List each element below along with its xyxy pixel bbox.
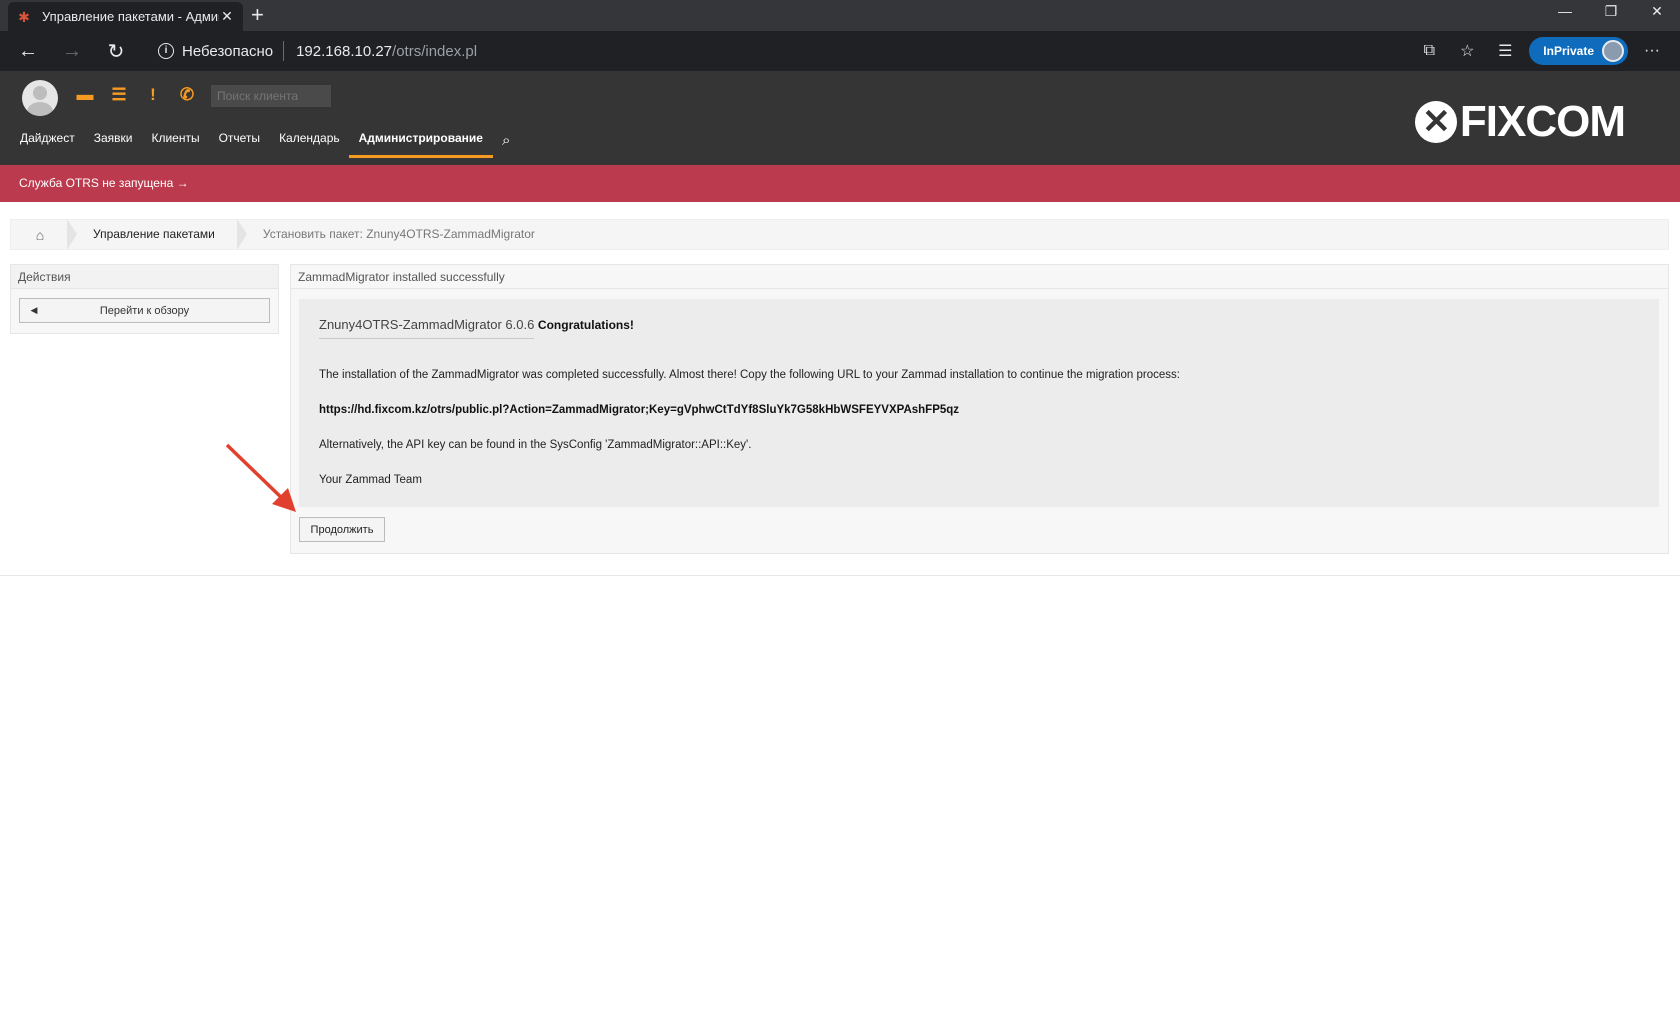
favorite-star-icon[interactable]: ☆ — [1453, 41, 1481, 61]
profile-avatar — [1602, 40, 1624, 62]
back-arrow-icon[interactable]: ← — [6, 40, 50, 63]
tab-title: Управление пакетами - Админ — [42, 9, 219, 24]
otrs-daemon-alert[interactable]: Служба OTRS не запущена → — [0, 165, 1680, 202]
security-label: Небезопасно — [182, 42, 274, 60]
breadcrumb-current: Установить пакет: Znuny4OTRS-ZammadMigra… — [236, 219, 559, 250]
info-icon[interactable]: i — [158, 43, 174, 59]
favorites-list-icon[interactable]: ☰ — [1491, 41, 1519, 61]
caret-left-icon: ◀ — [30, 305, 38, 315]
breadcrumb-package-manager[interactable]: Управление пакетами — [67, 219, 239, 250]
address-bar[interactable]: i Небезопасно 192.168.10.27 /otrs/index.… — [146, 35, 1476, 67]
logo-x-icon: ✕ — [1414, 101, 1457, 143]
restore-button[interactable]: ❐ — [1588, 0, 1634, 24]
congrats-text: Congratulations! — [537, 318, 634, 332]
go-to-overview-label: Перейти к обзору — [99, 304, 190, 317]
url-host: 192.168.10.27 — [296, 42, 393, 60]
migration-url: https://hd.fixcom.kz/otrs/public.pl?Acti… — [319, 404, 960, 416]
inprivate-label: InPrivate — [1543, 44, 1594, 58]
forward-arrow-icon[interactable]: → — [50, 40, 94, 63]
customer-search-input[interactable] — [211, 85, 331, 107]
nav-tickets[interactable]: Заявки — [94, 131, 133, 158]
phone-icon[interactable]: ✆ — [178, 85, 196, 105]
install-message: Znuny4OTRS-ZammadMigrator 6.0.6 Congratu… — [299, 299, 1659, 507]
otrs-header: ▬ ☰ ! ✆ Дайджест Заявки Клиенты Отчеты К… — [0, 71, 1680, 165]
otrs-favicon-icon: ✱ — [18, 8, 30, 25]
search-icon[interactable]: ⌕ — [502, 132, 510, 149]
new-tab-button[interactable]: + — [251, 4, 264, 26]
tab-close-icon[interactable]: ✕ — [219, 8, 235, 25]
page-divider — [0, 575, 1680, 576]
address-separator — [283, 41, 285, 61]
annotation-arrow-icon — [225, 443, 296, 512]
nav-calendar[interactable]: Календарь — [279, 131, 340, 158]
continue-button[interactable]: Продолжить — [299, 517, 385, 542]
more-menu-icon[interactable]: ··· — [1638, 42, 1666, 60]
sidebar-title: Действия — [11, 265, 278, 289]
nav-digest[interactable]: Дайджест — [20, 131, 75, 158]
close-window-button[interactable]: ✕ — [1634, 0, 1680, 24]
browser-titlebar: ✱ Управление пакетами - Админ ✕ + — ❐ ✕ — [0, 0, 1680, 31]
user-avatar[interactable] — [22, 80, 58, 116]
breadcrumb: ⌂ Управление пакетами Установить пакет: … — [10, 219, 1669, 250]
escalation-icon[interactable]: ! — [144, 85, 162, 105]
list-icon[interactable]: ☰ — [110, 85, 128, 105]
home-icon[interactable]: ⌂ — [11, 227, 69, 243]
inprivate-button[interactable]: InPrivate — [1529, 37, 1628, 65]
browser-tab[interactable]: ✱ Управление пакетами - Админ ✕ — [8, 2, 243, 31]
window-controls: — ❐ ✕ — [1542, 0, 1680, 24]
browser-tool-icons: ⧉ ☆ ☰ InPrivate ··· — [1415, 37, 1666, 65]
message-line-2: Alternatively, the API key can be found … — [319, 439, 752, 451]
translate-icon[interactable]: ⧉ — [1415, 42, 1443, 60]
nav-customers[interactable]: Клиенты — [151, 131, 199, 158]
url-path: /otrs/index.pl — [392, 42, 478, 60]
package-name: Znuny4OTRS-ZammadMigrator 6.0.6 — [319, 317, 535, 339]
actions-sidebar: Действия ◀ Перейти к обзору — [10, 264, 279, 334]
browser-toolbar: ← → ↻ i Небезопасно 192.168.10.27 /otrs/… — [0, 31, 1680, 71]
go-to-overview-button[interactable]: ◀ Перейти к обзору — [19, 298, 270, 323]
message-signature: Your Zammad Team — [319, 474, 422, 486]
message-title: Znuny4OTRS-ZammadMigrator 6.0.6 Congratu… — [319, 317, 634, 339]
panel-title: ZammadMigrator installed successfully — [291, 265, 1668, 289]
nav-admin[interactable]: Администрирование — [348, 131, 493, 158]
message-line-1: The installation of the ZammadMigrator w… — [319, 369, 1180, 381]
install-result-panel: ZammadMigrator installed successfully Zn… — [290, 264, 1669, 554]
folder-icon[interactable]: ▬ — [76, 85, 94, 105]
logo-text: FIXCOM — [1459, 97, 1626, 146]
main-navigation: Дайджест Заявки Клиенты Отчеты Календарь… — [20, 131, 512, 158]
reload-icon[interactable]: ↻ — [94, 39, 138, 64]
minimize-button[interactable]: — — [1542, 0, 1588, 24]
fixcom-logo: ✕ FIXCOM — [1414, 97, 1626, 147]
nav-reports[interactable]: Отчеты — [219, 131, 260, 158]
toolbar-quick-icons: ▬ ☰ ! ✆ — [76, 85, 196, 105]
